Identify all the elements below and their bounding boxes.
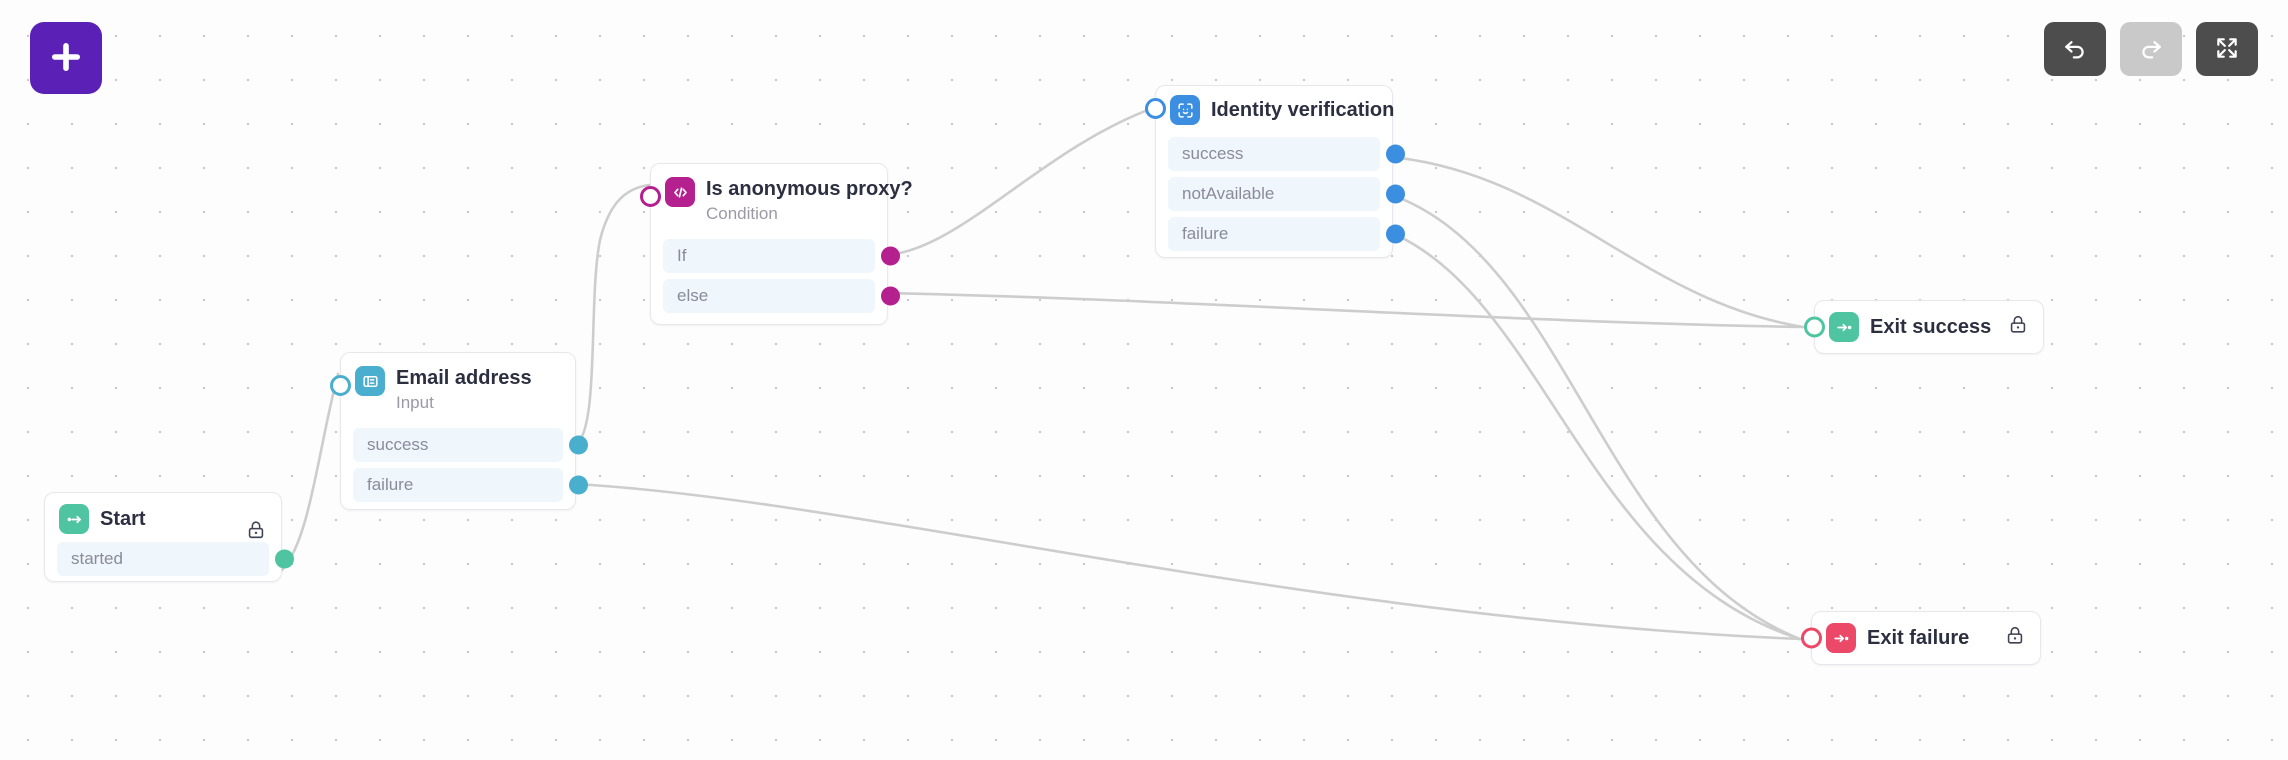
port-proxy-else-dot[interactable] — [881, 286, 900, 306]
node-proxy-title: Is anonymous proxy? — [706, 178, 913, 200]
port-proxy-if-label: If — [677, 246, 687, 265]
port-email-failure-dot[interactable] — [569, 475, 588, 495]
input-field-icon — [355, 366, 385, 396]
lock-icon — [2007, 314, 2029, 341]
port-email-failure-label: failure — [367, 475, 414, 494]
node-start-header: Start — [45, 493, 281, 539]
lock-icon — [2004, 625, 2026, 652]
port-proxy-if[interactable]: If — [663, 239, 900, 273]
node-email-subtitle: Input — [396, 393, 434, 412]
port-identity-success[interactable]: success — [1168, 137, 1405, 171]
node-email-titles: Email address Input — [396, 366, 532, 414]
face-scan-icon — [1170, 95, 1200, 125]
port-identity-failure-label: failure — [1182, 224, 1229, 243]
port-start-started[interactable]: started — [57, 542, 294, 576]
node-is-anonymous-proxy[interactable]: Is anonymous proxy? Condition If else — [640, 163, 913, 325]
port-start-started-dot[interactable] — [275, 549, 294, 569]
redo-button[interactable] — [2120, 22, 2182, 76]
edge-email-to-exitfailure — [573, 482, 1802, 641]
flow-canvas[interactable]: Start started Email address Input succes… — [0, 0, 2288, 760]
node-email-address[interactable]: Email address Input success failure — [330, 352, 588, 510]
port-identity-notavailable[interactable]: notAvailable — [1168, 177, 1405, 211]
port-identity-success-label: success — [1182, 144, 1244, 163]
port-proxy-else[interactable]: else — [663, 279, 900, 313]
port-identity-notavailable-label: notAvailable — [1182, 184, 1275, 203]
node-identity-titles: Identity verification — [1211, 95, 1394, 125]
port-identity-failure[interactable]: failure — [1168, 217, 1405, 251]
exit-arrow-icon — [1829, 312, 1859, 342]
plus-icon — [47, 38, 85, 79]
edge-proxy-else-to-exitsuccess — [884, 291, 1805, 329]
port-email-success-label: success — [367, 435, 429, 454]
node-exit-failure-header: Exit failure — [1812, 612, 2040, 664]
fullscreen-button[interactable] — [2196, 22, 2258, 76]
edge-proxy-if-to-identity — [884, 106, 1155, 257]
node-start-ports: started — [45, 534, 294, 588]
start-arrow-icon — [59, 504, 89, 534]
edge-identity-failure-to-exitfailure — [1390, 231, 1802, 641]
node-exit-success[interactable]: Exit success — [1804, 300, 2044, 354]
port-identity-notavailable-dot[interactable] — [1386, 184, 1405, 204]
node-start-title: Start — [100, 508, 146, 530]
edge-start-to-email — [280, 372, 340, 572]
code-brackets-icon — [665, 177, 695, 207]
port-email-success[interactable]: success — [353, 428, 588, 462]
node-identity-header: Identity verification — [1156, 86, 1394, 125]
port-identity-success-dot[interactable] — [1386, 144, 1405, 164]
node-exit-success-header: Exit success — [1815, 301, 2043, 353]
fullscreen-expand-icon — [2214, 35, 2240, 64]
redo-arrow-icon — [2137, 34, 2165, 65]
node-email-header: Email address Input — [341, 353, 575, 414]
node-identity-title: Identity verification — [1211, 99, 1395, 121]
port-start-started-label: started — [71, 549, 123, 568]
port-email-success-dot[interactable] — [569, 435, 588, 455]
port-identity-failure-dot[interactable] — [1386, 224, 1405, 244]
edge-identity-notavailable-to-exitfailure — [1390, 193, 1802, 641]
node-proxy-subtitle: Condition — [706, 204, 778, 223]
history-toolbar — [2044, 22, 2258, 76]
node-identity-ports: success notAvailable failure — [1156, 125, 1405, 263]
node-email-title: Email address — [396, 367, 532, 389]
edge-email-to-proxy — [573, 183, 651, 448]
port-proxy-if-dot[interactable] — [881, 246, 900, 266]
edge-identity-success-to-exitsuccess — [1390, 155, 1805, 329]
node-exit-failure[interactable]: Exit failure — [1801, 611, 2041, 665]
port-email-failure[interactable]: failure — [353, 468, 588, 502]
node-start[interactable]: Start started — [44, 492, 294, 582]
node-identity-verification[interactable]: Identity verification success notAvailab… — [1145, 85, 1405, 258]
port-proxy-else-label: else — [677, 286, 709, 305]
node-start-titles: Start — [100, 504, 146, 534]
node-exit-failure-title: Exit failure — [1867, 627, 1970, 649]
node-exit-success-title: Exit success — [1870, 316, 1992, 338]
exit-arrow-icon — [1826, 623, 1856, 653]
node-email-ports: success failure — [341, 414, 588, 514]
node-proxy-ports: If else — [651, 225, 900, 325]
undo-arrow-icon — [2061, 34, 2089, 65]
add-node-button[interactable] — [30, 22, 102, 94]
undo-button[interactable] — [2044, 22, 2106, 76]
node-proxy-header: Is anonymous proxy? Condition — [651, 164, 913, 225]
node-proxy-titles: Is anonymous proxy? Condition — [706, 177, 913, 225]
